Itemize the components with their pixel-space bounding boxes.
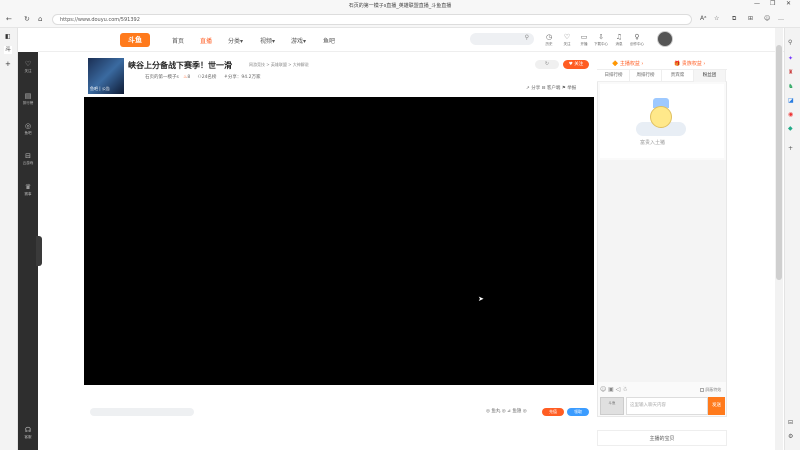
hot-value: 8 xyxy=(187,75,191,80)
gift-bar-placeholder xyxy=(90,408,194,416)
search-input[interactable]: ⚲ xyxy=(470,33,534,45)
settings-icon[interactable]: ⚙ xyxy=(788,434,793,440)
follow-button[interactable]: ♥ 关注 xyxy=(563,60,589,69)
browser-sidebar: ⚲ ✦ ♜ ♞ ◪ ◉ ◆ + ⊟ ⚙ xyxy=(784,28,800,450)
header-download[interactable]: ⇩ 下载中心 xyxy=(591,33,611,47)
share-count: 分享：94.2万家 xyxy=(227,75,261,80)
send-button[interactable]: 发送 xyxy=(708,397,725,415)
history-icon: ◷ xyxy=(545,33,553,41)
rank-value[interactable]: 24名榜 xyxy=(202,75,217,80)
trophy-icon: ♛ xyxy=(24,183,32,191)
tab-weekly-rank[interactable]: 周排行榜 xyxy=(630,70,662,82)
tools-icon[interactable]: ♜ xyxy=(788,70,793,76)
outlook-icon[interactable]: ◪ xyxy=(788,98,794,104)
player-footer xyxy=(84,385,594,425)
collections-icon[interactable]: ⊞ xyxy=(748,15,753,22)
tab-fan-club[interactable]: 粉丝团 xyxy=(694,70,726,82)
chat-input[interactable]: 这里输入聊天内容 xyxy=(626,397,708,415)
claim-button[interactable]: 领取 xyxy=(567,408,589,416)
fish-icon: ◎ xyxy=(24,122,32,130)
sync-button[interactable]: ↻ xyxy=(535,60,559,69)
back-icon[interactable]: ← xyxy=(6,15,12,23)
address-bar[interactable]: https://www.douyu.com/591392 xyxy=(52,14,692,25)
browser-titlebar: 石页的第一模子s直播_英雄联盟直播_斗鱼直播 — ❐ ✕ xyxy=(0,0,800,12)
copilot-icon[interactable]: ✦ xyxy=(788,56,793,62)
avatar[interactable] xyxy=(657,31,673,47)
window-title: 石页的第一模子s直播_英雄联盟直播_斗鱼直播 xyxy=(348,3,452,9)
header-history[interactable]: ◷ 历史 xyxy=(539,33,559,47)
more-icon[interactable]: … xyxy=(778,15,784,22)
tab-vip-seats[interactable]: 贵宾席 xyxy=(662,70,694,82)
nav-live[interactable]: 直播 xyxy=(200,36,212,45)
room-category[interactable]: 网游竞技 > 英雄联盟 > 大神解说 xyxy=(249,62,309,68)
scrollbar-thumb[interactable] xyxy=(776,45,782,280)
minimize-button[interactable]: — xyxy=(754,0,760,7)
close-window-button[interactable]: ✕ xyxy=(786,0,791,7)
mascot-image xyxy=(650,106,672,128)
streamer-treasures[interactable]: 主播的宝贝 xyxy=(597,430,727,446)
recharge-button[interactable]: 充值 xyxy=(542,408,564,416)
add-icon[interactable]: + xyxy=(788,146,793,152)
gamepad-icon: ⊟ xyxy=(25,152,31,160)
nav-category[interactable]: 分类▾ xyxy=(228,36,243,45)
sidebar-item-fishbar[interactable]: ◎ 鱼吧 xyxy=(18,122,38,136)
sidebar-item-service[interactable]: ☊ 客服 xyxy=(18,426,38,440)
download-icon: ⇩ xyxy=(598,33,604,41)
profile-icon[interactable]: ☺ xyxy=(764,15,770,22)
vertical-tabs: ◧ 斗 + xyxy=(0,28,18,450)
mouse-cursor-icon: ➤ xyxy=(478,295,484,303)
anchor-rights-link[interactable]: 🔶 主播权益 › xyxy=(612,60,643,67)
room-title: 峡谷上分备战下赛季！世一滑 xyxy=(128,61,232,70)
maximize-button[interactable]: ❐ xyxy=(770,0,775,7)
games-icon[interactable]: ♞ xyxy=(788,84,793,90)
new-tab-icon[interactable]: + xyxy=(5,61,11,68)
headset-icon: ☊ xyxy=(24,426,32,434)
streamer-name[interactable]: 石页的第一模子s xyxy=(145,75,179,80)
chat-toolbar[interactable]: ☺ ▣ ◁ ☃ xyxy=(600,386,628,393)
sidebar-item-cloudgame[interactable]: ⊟ 云游戏 xyxy=(18,152,38,166)
video-player[interactable] xyxy=(84,97,594,385)
sidebar-collapse-handle[interactable] xyxy=(36,236,42,266)
header-creator[interactable]: ♀ 创作中心 xyxy=(627,33,647,47)
left-sidebar xyxy=(18,52,38,450)
refresh-icon[interactable]: ↻ xyxy=(24,15,30,23)
home-icon[interactable]: ⌂ xyxy=(38,15,42,23)
chat-area xyxy=(598,160,726,382)
office-icon[interactable]: ◉ xyxy=(788,112,793,118)
sidebar-item-follow[interactable]: ♡ 关注 xyxy=(18,60,38,74)
read-aloud-icon[interactable]: Aᵃ xyxy=(700,15,706,22)
favorite-icon[interactable]: ☆ xyxy=(714,15,719,22)
bell-icon: ♫ xyxy=(615,33,623,41)
douyu-tab-icon[interactable]: 斗 xyxy=(4,46,13,54)
drop-icon[interactable]: ◆ xyxy=(788,126,793,132)
sidebar-item-rank[interactable]: ▤ 排行榜 xyxy=(18,92,38,106)
heart-icon: ♡ xyxy=(24,60,32,68)
nav-fishbar[interactable]: 鱼吧 xyxy=(323,36,335,45)
checkbox-icon[interactable] xyxy=(700,388,704,392)
nav-home[interactable]: 首页 xyxy=(172,36,184,45)
nav-games[interactable]: 游戏▾ xyxy=(291,36,306,45)
douyu-logo[interactable]: 斗鱼 xyxy=(120,33,150,47)
block-effects-toggle[interactable]: 屏蔽特效 xyxy=(700,387,721,393)
thumbnail-label: 鱼吧 | 公告 xyxy=(90,86,110,91)
sidebar-item-events[interactable]: ♛ 赛事 xyxy=(18,183,38,197)
header-messages[interactable]: ♫ 消息 xyxy=(609,33,629,47)
search-icon[interactable]: ⚲ xyxy=(788,40,792,46)
sidebar-layout-icon[interactable]: ⊟ xyxy=(788,420,793,426)
room-actions[interactable]: ↗ 分享 ⊟ 客户端 ⚑ 举报 xyxy=(526,85,576,91)
tab-actions-icon[interactable]: ◧ xyxy=(5,34,11,40)
search-icon[interactable]: ⚲ xyxy=(525,35,529,41)
extensions-icon[interactable]: ⧉ xyxy=(732,15,736,23)
streamer-info: 石页的第一模子s ♨8 ⚇24名榜 ⚘分享：94.2万家 xyxy=(145,74,260,80)
bulb-icon: ♀ xyxy=(634,33,640,41)
tab-daily-rank[interactable]: 日排行榜 xyxy=(598,70,630,82)
list-icon: ▤ xyxy=(24,92,32,100)
noble-rights-link[interactable]: 🎁 贵族权益 › xyxy=(674,60,705,67)
nav-video[interactable]: 视频▾ xyxy=(260,36,275,45)
wallet-info: ◎ 鱼丸 ◎ ⊿ 鱼翅 ◎ xyxy=(486,409,527,414)
chat-avatar[interactable]: 斗鱼 xyxy=(600,397,624,415)
promo-caption: 富贵入土猪 xyxy=(640,140,666,146)
